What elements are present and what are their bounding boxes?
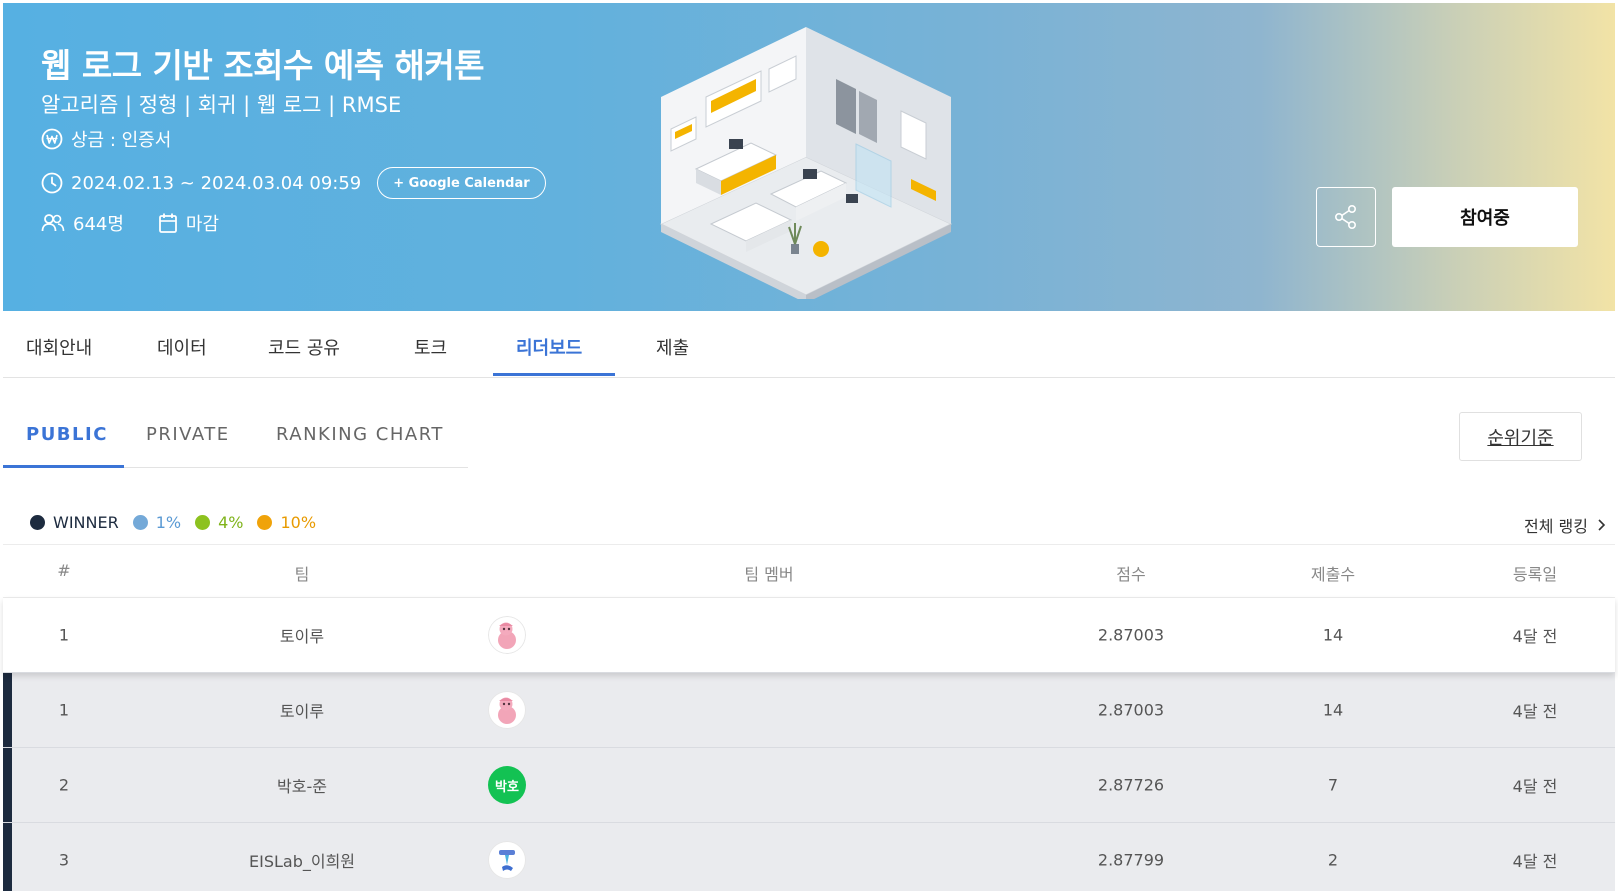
legend-label: 1% — [155, 513, 182, 532]
legend-label: WINNER — [53, 513, 119, 532]
tab-submit[interactable]: 제출 — [656, 334, 689, 360]
team-cell[interactable]: 토이루 — [280, 623, 324, 647]
competition-title: 웹 로그 기반 조회수 예측 해커톤 — [41, 46, 485, 85]
share-button[interactable] — [1316, 187, 1376, 247]
score-cell: 2.87003 — [1097, 700, 1165, 720]
date-cell: 4달 전 — [1512, 702, 1558, 721]
subtab-public[interactable]: PUBLIC — [26, 424, 108, 445]
submissions-cell: 14 — [1322, 625, 1344, 645]
date-row: 2024.02.13 ~ 2024.03.04 09:59 + Google C… — [41, 167, 546, 199]
legend-item-10pct: 10% — [257, 513, 316, 532]
chevron-right-icon — [1598, 519, 1606, 531]
header-date: 등록일 — [1512, 565, 1558, 584]
competition-tags: 알고리즘 | 정형 | 회귀 | 웹 로그 | RMSE — [41, 93, 402, 117]
legend-dot — [30, 515, 45, 530]
participant-count: 644명 — [73, 214, 124, 235]
date-cell: 4달 전 — [1512, 627, 1558, 646]
rank-legend: WINNER 1% 4% 10% — [30, 513, 330, 532]
active-subtab-indicator — [3, 465, 124, 468]
main-tab-bar: 대회안내 데이터 코드 공유 토크 리더보드 제출 — [3, 311, 1615, 378]
legend-label: 10% — [280, 513, 317, 532]
full-ranking-link[interactable]: 전체 랭킹 — [1524, 513, 1608, 537]
table-row[interactable]: 1 토이루 2.87003 14 4달 전 — [3, 673, 1615, 748]
join-status-button[interactable]: 참여중 — [1392, 187, 1578, 247]
legend-dot — [132, 515, 148, 530]
participants-row: 644명 마감 — [41, 210, 219, 236]
prize-text: 상금 : 인증서 — [71, 130, 172, 151]
table-header: # 팀 팀 멤버 점수 제출수 등록일 — [3, 544, 1615, 598]
date-range: 2024.02.13 ~ 2024.03.04 09:59 — [71, 172, 362, 194]
status-group: 마감 — [158, 210, 219, 236]
legend-label: 4% — [218, 513, 244, 532]
submissions-cell: 7 — [1327, 775, 1339, 795]
subtab-ranking-chart[interactable]: RANKING CHART — [276, 424, 444, 445]
team-cell[interactable]: EISLab_이희원 — [249, 848, 355, 872]
clock-icon — [41, 172, 63, 194]
legend-item-4pct: 4% — [195, 513, 243, 532]
full-ranking-label: 전체 랭킹 — [1524, 517, 1588, 536]
competition-banner: 웹 로그 기반 조회수 예측 해커톤 알고리즘 | 정형 | 회귀 | 웹 로그… — [3, 3, 1615, 311]
prize-row: 상금 : 인증서 — [41, 126, 171, 152]
rank-cell: 2 — [58, 775, 70, 795]
rank-cell: 1 — [58, 700, 70, 720]
header-score: 점수 — [1116, 565, 1146, 584]
google-calendar-button[interactable]: + Google Calendar — [377, 167, 546, 199]
tab-leaderboard[interactable]: 리더보드 — [516, 334, 582, 360]
tab-code-share[interactable]: 코드 공유 — [268, 334, 340, 360]
pink-character-avatar[interactable] — [488, 691, 526, 729]
date-cell: 4달 전 — [1512, 852, 1558, 871]
legend-dot — [195, 515, 211, 530]
leaderboard-subtab-bar: PUBLIC PRIVATE RANKING CHART — [3, 400, 468, 468]
score-cell: 2.87003 — [1097, 625, 1165, 645]
won-icon — [41, 128, 63, 150]
submissions-cell: 14 — [1322, 700, 1344, 720]
rank-cell: 3 — [58, 850, 70, 870]
people-icon — [41, 214, 65, 232]
table-row[interactable]: 3 EISLab_이희원 2.87799 2 4달 전 — [3, 823, 1615, 891]
header-members: 팀 멤버 — [744, 565, 794, 584]
blue-figure-avatar[interactable] — [488, 841, 526, 879]
legend-dot — [257, 515, 273, 530]
text-avatar[interactable]: 박호 — [488, 766, 526, 804]
header-rank: # — [57, 561, 71, 580]
tab-talk[interactable]: 토크 — [414, 334, 447, 360]
pink-character-avatar[interactable] — [488, 616, 526, 654]
score-cell: 2.87799 — [1097, 850, 1165, 870]
legend-item-1pct: 1% — [132, 513, 182, 532]
team-cell[interactable]: 박호-준 — [277, 773, 327, 797]
subtab-private[interactable]: PRIVATE — [146, 424, 230, 445]
header-submissions: 제출수 — [1310, 565, 1356, 584]
calendar-icon — [159, 213, 177, 233]
rank-cell: 1 — [58, 625, 70, 645]
table-row[interactable]: 2 박호-준 박호 2.87726 7 4달 전 — [3, 748, 1615, 823]
leaderboard-table: # 팀 팀 멤버 점수 제출수 등록일 1 토이루 2.87003 14 4달 … — [3, 544, 1615, 891]
score-cell: 2.87726 — [1097, 775, 1165, 795]
team-cell[interactable]: 토이루 — [280, 698, 324, 722]
legend-item-winner: WINNER — [30, 513, 119, 532]
date-cell: 4달 전 — [1512, 777, 1558, 796]
active-tab-indicator — [493, 373, 615, 376]
office-illustration — [659, 27, 953, 299]
submissions-cell: 2 — [1327, 850, 1339, 870]
my-team-row[interactable]: 1 토이루 2.87003 14 4달 전 — [3, 598, 1615, 673]
ranking-criteria-button[interactable]: 순위기준 — [1459, 412, 1582, 461]
tab-overview[interactable]: 대회안내 — [26, 334, 92, 360]
header-team: 팀 — [294, 565, 310, 584]
status-text: 마감 — [185, 214, 220, 235]
share-icon — [1334, 204, 1356, 229]
tab-data[interactable]: 데이터 — [157, 334, 207, 360]
